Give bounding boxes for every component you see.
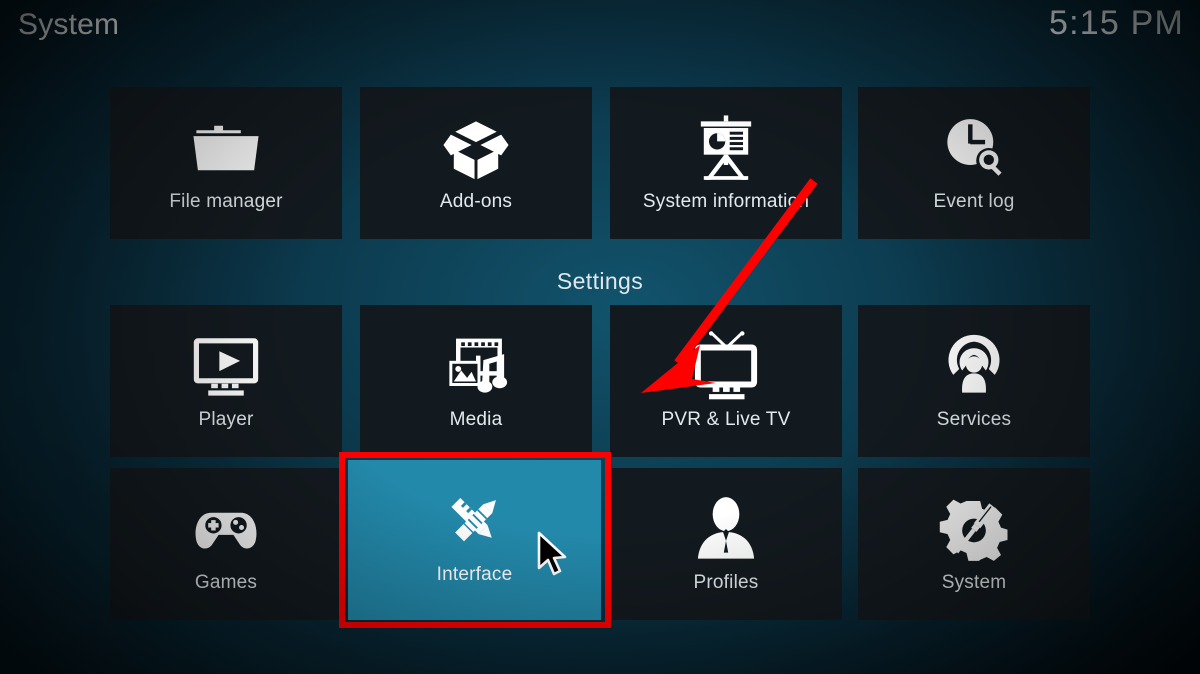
tile-system[interactable]: System	[858, 468, 1090, 620]
section-label-settings: Settings	[556, 268, 644, 294]
person-bust-icon	[689, 492, 763, 566]
tile-services[interactable]: Services	[858, 305, 1090, 457]
tile-label: Event log	[933, 191, 1015, 212]
tile-media[interactable]: Media	[360, 305, 592, 457]
broadcast-person-icon	[937, 329, 1011, 403]
kodi-system-screen: System 5:15 PM File manager Add-ons Syst…	[0, 0, 1200, 674]
tile-label: File manager	[169, 191, 283, 212]
tile-label: Media	[449, 409, 503, 430]
tile-system-information[interactable]: System information	[610, 87, 842, 239]
television-antenna-icon	[689, 329, 763, 403]
tile-label: Interface	[436, 564, 513, 585]
tile-label: PVR & Live TV	[661, 409, 791, 430]
tile-label: Games	[194, 572, 258, 593]
open-box-icon	[439, 111, 513, 185]
gear-screwdriver-icon	[937, 492, 1011, 566]
tile-event-log[interactable]: Event log	[858, 87, 1090, 239]
tile-label: Player	[198, 409, 254, 430]
tile-profiles[interactable]: Profiles	[610, 468, 842, 620]
presentation-chart-icon	[689, 111, 763, 185]
tile-games[interactable]: Games	[110, 468, 342, 620]
page-title: System	[18, 8, 120, 41]
tile-label: Add-ons	[439, 191, 513, 212]
tile-file-manager[interactable]: File manager	[110, 87, 342, 239]
monitor-play-icon	[189, 329, 263, 403]
gamepad-icon	[189, 492, 263, 566]
tile-label: Services	[936, 409, 1012, 430]
tile-label: System information	[642, 191, 810, 212]
tile-pvr-live-tv[interactable]: PVR & Live TV	[610, 305, 842, 457]
folder-icon	[189, 111, 263, 185]
tile-player[interactable]: Player	[110, 305, 342, 457]
clock-search-icon	[937, 111, 1011, 185]
tile-add-ons[interactable]: Add-ons	[360, 87, 592, 239]
clock: 5:15 PM	[1048, 4, 1184, 42]
tile-interface[interactable]: Interface	[348, 460, 601, 620]
tile-label: System	[941, 572, 1007, 593]
film-photo-music-icon	[439, 329, 513, 403]
pencil-ruler-icon	[438, 484, 512, 558]
tile-label: Profiles	[693, 572, 759, 593]
